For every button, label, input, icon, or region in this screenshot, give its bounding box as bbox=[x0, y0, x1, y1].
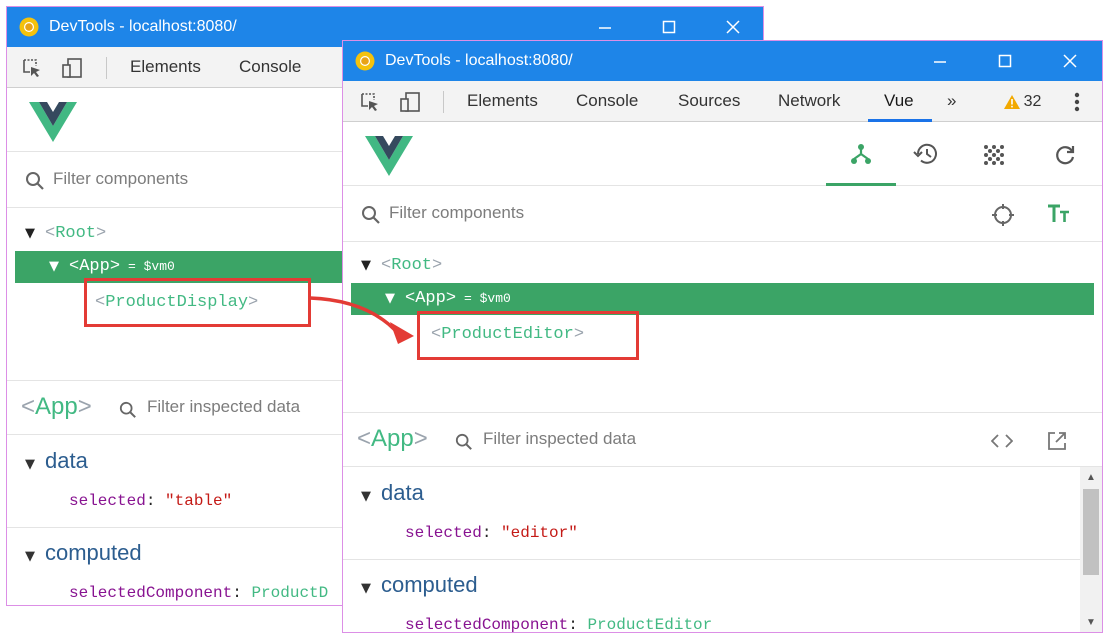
section-divider bbox=[343, 559, 1080, 560]
close-button[interactable] bbox=[1038, 41, 1102, 81]
scroll-up-arrow[interactable]: ▲ bbox=[1080, 467, 1102, 487]
history-icon[interactable] bbox=[913, 142, 939, 166]
device-toolbar-icon bbox=[400, 92, 420, 112]
warnings-count: 32 bbox=[1023, 93, 1042, 110]
minimize-icon bbox=[934, 61, 946, 63]
minimize-icon bbox=[599, 27, 611, 29]
components-tab-icon bbox=[851, 144, 871, 164]
inspect-element-button[interactable] bbox=[357, 89, 383, 115]
search-icon bbox=[362, 206, 380, 224]
maximize-icon bbox=[662, 20, 676, 34]
highlight-box bbox=[417, 311, 639, 360]
vue-devtools-header bbox=[343, 122, 1102, 186]
toolbar-divider bbox=[106, 57, 107, 79]
expand-arrow-icon: ▼ bbox=[361, 258, 371, 273]
computed-selected-component-row: selectedComponent: ProductEditor bbox=[405, 616, 713, 633]
more-tabs-button[interactable]: » bbox=[947, 81, 956, 122]
tree-node-root[interactable]: ▼ <Root> bbox=[361, 250, 442, 282]
devtools-window-front: DevTools - localhost:8080/ Elements Cons… bbox=[342, 40, 1103, 633]
window-title: DevTools - localhost:8080/ bbox=[49, 18, 237, 35]
title-bar: DevTools - localhost:8080/ bbox=[343, 41, 1102, 81]
vue-logo bbox=[29, 102, 77, 142]
expand-arrow-icon: ▼ bbox=[49, 259, 59, 274]
vue-logo bbox=[365, 136, 413, 176]
toolbar-divider bbox=[443, 91, 444, 113]
tab-sources[interactable]: Sources bbox=[678, 81, 740, 122]
tab-elements[interactable]: Elements bbox=[467, 81, 538, 122]
scroll-thumb[interactable] bbox=[1083, 489, 1099, 575]
data-selected-row: selected: "editor" bbox=[405, 524, 578, 542]
devtools-tab-bar: Elements Console Sources Network Vue » 3… bbox=[343, 81, 1102, 122]
filter-components-input[interactable]: Filter components bbox=[53, 169, 188, 189]
minimize-button[interactable] bbox=[908, 41, 972, 81]
format-text-icon[interactable] bbox=[1047, 204, 1071, 224]
components-tab-button[interactable] bbox=[826, 122, 896, 186]
search-icon bbox=[26, 172, 44, 190]
maximize-button[interactable] bbox=[973, 41, 1037, 81]
kebab-menu-icon bbox=[1074, 92, 1080, 112]
customize-menu-button[interactable] bbox=[1064, 89, 1090, 115]
inspected-component-name: <App> bbox=[357, 425, 428, 452]
filter-components-input[interactable]: Filter components bbox=[389, 203, 524, 223]
highlight-box bbox=[84, 278, 311, 327]
maximize-icon bbox=[998, 54, 1012, 68]
chrome-icon bbox=[19, 17, 39, 37]
window-title: DevTools - localhost:8080/ bbox=[385, 52, 573, 69]
vuex-icon[interactable] bbox=[983, 144, 1005, 166]
component-filter[interactable]: Filter components bbox=[343, 187, 1102, 242]
inspect-element-icon bbox=[361, 93, 378, 111]
target-icon[interactable] bbox=[991, 203, 1015, 227]
filter-inspected-data-input[interactable]: Filter inspected data bbox=[483, 429, 636, 449]
computed-selected-component-row: selectedComponent: ProductD bbox=[69, 584, 329, 602]
data-section-header[interactable]: ▼ data bbox=[25, 448, 88, 474]
tab-network[interactable]: Network bbox=[778, 81, 840, 122]
search-icon bbox=[119, 401, 136, 418]
data-selected-row: selected: "table" bbox=[69, 492, 233, 510]
computed-section-header[interactable]: ▼ computed bbox=[361, 572, 478, 598]
expand-arrow-icon: ▼ bbox=[25, 226, 35, 241]
open-external-icon[interactable] bbox=[1047, 431, 1067, 451]
filter-inspected-data-input[interactable]: Filter inspected data bbox=[147, 397, 300, 417]
code-icon[interactable] bbox=[991, 433, 1013, 449]
close-icon bbox=[726, 20, 740, 34]
tree-node-root[interactable]: ▼ <Root> bbox=[25, 218, 106, 250]
tab-console[interactable]: Console bbox=[576, 81, 638, 122]
search-icon bbox=[455, 433, 472, 450]
warnings-badge[interactable]: 32 bbox=[998, 89, 1046, 115]
active-vue-tab-indicator bbox=[826, 183, 896, 186]
inspect-element-button[interactable] bbox=[19, 55, 45, 81]
computed-section-header[interactable]: ▼ computed bbox=[25, 540, 142, 566]
inspected-component-name: <App> bbox=[21, 393, 92, 420]
inspector-header: <App> Filter inspected data bbox=[343, 412, 1102, 467]
chrome-icon bbox=[355, 51, 375, 71]
tab-vue[interactable]: Vue bbox=[884, 81, 914, 122]
device-toolbar-button[interactable] bbox=[59, 55, 85, 81]
device-toolbar-icon bbox=[62, 58, 82, 78]
expand-arrow-icon: ▼ bbox=[385, 291, 395, 306]
device-toolbar-button[interactable] bbox=[397, 89, 423, 115]
inspect-element-icon bbox=[23, 59, 40, 77]
tab-console[interactable]: Console bbox=[239, 47, 301, 88]
tab-elements[interactable]: Elements bbox=[130, 47, 201, 88]
warning-icon bbox=[1003, 95, 1020, 109]
data-section-header[interactable]: ▼ data bbox=[361, 480, 424, 506]
refresh-icon[interactable] bbox=[1053, 143, 1077, 167]
inspector-scrollbar[interactable]: ▲ ▼ bbox=[1080, 467, 1102, 632]
close-icon bbox=[1063, 54, 1077, 68]
scroll-down-arrow[interactable]: ▼ bbox=[1080, 612, 1102, 632]
